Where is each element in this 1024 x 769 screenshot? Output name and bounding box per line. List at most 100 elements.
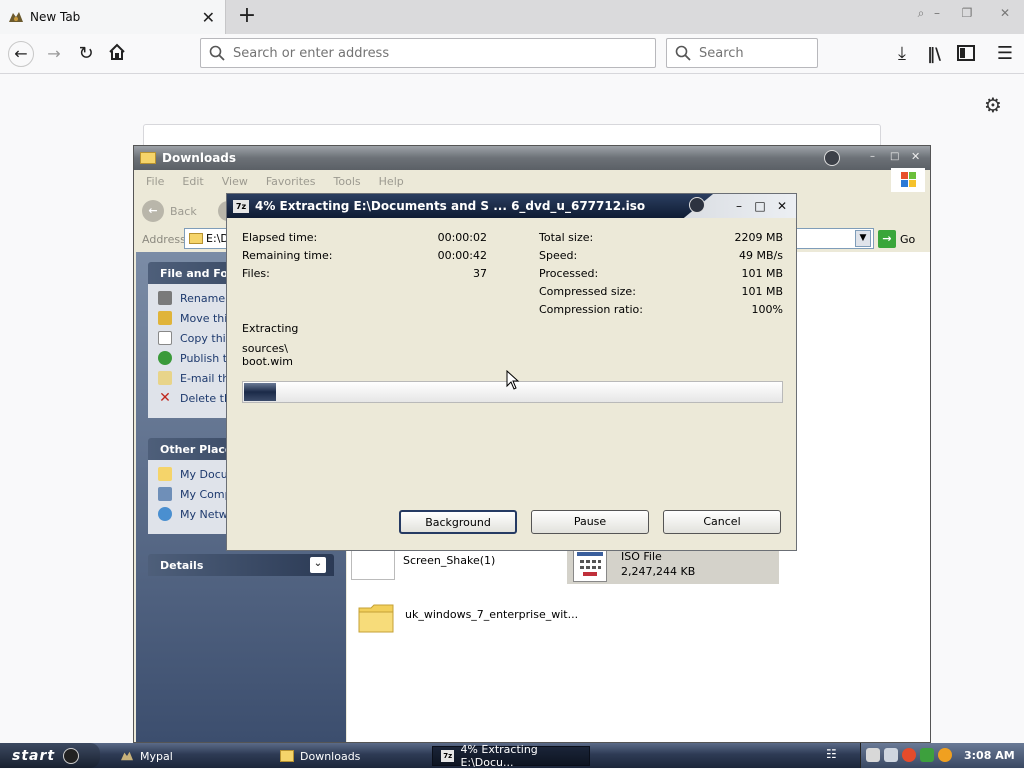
dialog-close-icon[interactable]: ✕ [774,198,790,214]
total-size-value: 2209 MB [734,231,783,244]
compression-ratio-value: 100% [751,303,783,316]
close-window-icon[interactable]: ✕ [998,6,1012,20]
speed-label: Speed: [539,249,578,262]
background-button[interactable]: Background [399,510,517,534]
status-text: Extracting [242,322,299,335]
close-tab-icon[interactable]: ✕ [202,8,215,27]
task-label: E-mail th [180,371,230,385]
processed-label: Processed: [539,267,599,280]
menu-favorites[interactable]: Favorites [266,175,316,188]
details-header[interactable]: Details ⌄ [148,554,334,576]
magnifier-icon[interactable]: ⌕ [914,6,928,20]
lock-icon[interactable] [866,748,880,762]
task-7zip-extracting[interactable]: 7z 4% Extracting E:\Docu... [432,743,590,769]
menu-edit[interactable]: Edit [182,175,203,188]
task-downloads[interactable]: Downloads [272,746,428,766]
computer-icon [158,487,172,501]
current-path-dir: sources\ [242,342,288,355]
search-icon [675,45,691,61]
dialog-maximize-icon[interactable]: □ [752,198,768,214]
explorer-menu-bar: File Edit View Favorites Tools Help [134,170,930,192]
clock: 3:08 AM [964,749,1015,762]
7zip-icon: 7z [441,750,455,762]
speed-value: 49 MB/s [739,249,783,262]
task-label: Downloads [300,749,361,763]
reload-icon[interactable]: ↻ [74,42,98,66]
task-mypal[interactable]: Mypal [112,746,268,766]
home-icon[interactable] [105,42,129,66]
tab-title: New Tab [30,10,81,24]
publish-globe-icon [158,351,172,365]
menu-view[interactable]: View [222,175,248,188]
files-value: 37 [473,267,487,280]
folder-icon [158,467,172,481]
file-type: ISO File [621,550,662,563]
start-button[interactable]: start [0,743,100,768]
start-orb-icon [63,747,80,764]
processed-value: 101 MB [741,267,783,280]
new-tab-button[interactable]: + [234,4,260,30]
details-title: Details [160,558,204,572]
search-tray-icon[interactable] [938,748,952,762]
file-name: Screen_Shake(1) [403,554,496,567]
folder-icon [280,750,294,762]
place-label: My Docu [180,467,228,481]
email-icon [158,371,172,385]
remaining-time-value: 00:00:42 [437,249,487,262]
antivirus-icon[interactable] [920,748,934,762]
compressed-size-value: 101 MB [741,285,783,298]
remaining-time-label: Remaining time: [242,249,333,262]
menu-tools[interactable]: Tools [334,175,361,188]
windows-logo-icon [891,168,925,192]
address-label: Address [142,233,186,246]
explorer-minimize-icon[interactable]: – [870,151,875,162]
security-icon[interactable] [902,748,916,762]
folder-name: uk_windows_7_enterprise_wit... [405,608,579,621]
iso-file-icon [573,548,607,582]
downloads-icon[interactable]: ⤓ [890,42,914,66]
mypal-icon [121,751,133,761]
menu-help[interactable]: Help [379,175,404,188]
task-label: Delete th [180,391,231,405]
keyboard-icon[interactable]: ☷ [826,747,842,763]
chevron-down-icon[interactable]: ⌄ [310,557,326,573]
dialog-minimize-icon[interactable]: – [731,198,747,214]
task-label: Mypal [140,749,173,763]
explorer-help-icon[interactable] [824,150,840,166]
cancel-button[interactable]: Cancel [663,510,781,534]
go-arrow-icon: → [878,230,896,248]
address-bar[interactable]: Search or enter address [200,38,656,68]
file-item[interactable]: Screen_Shake(1) [351,548,495,580]
gear-icon[interactable]: ⚙ [984,95,1004,115]
7zip-icon: 7z [233,199,249,213]
restore-icon[interactable]: ❐ [960,6,974,20]
explorer-title-bar[interactable]: Downloads [134,146,930,170]
library-icon[interactable]: ‖\ [922,42,946,66]
pause-button[interactable]: Pause [531,510,649,534]
explorer-back-button[interactable]: ← Back [142,200,202,222]
menu-icon[interactable]: ☰ [993,42,1017,66]
explorer-maximize-icon[interactable]: □ [890,151,899,162]
dialog-help-icon[interactable] [689,197,705,213]
search-bar[interactable]: Search [666,38,818,68]
network-icon[interactable] [884,748,898,762]
address-dropdown-icon[interactable]: ▼ [855,230,871,247]
move-icon [158,311,172,325]
folder-item[interactable]: uk_windows_7_enterprise_wit... [357,600,578,636]
back-icon[interactable]: ← [8,41,34,67]
dialog-title-area[interactable]: 7z 4% Extracting E:\Documents and S ... … [227,194,713,218]
sidebar-icon[interactable] [954,42,978,66]
back-arrow-icon: ← [142,200,164,222]
tab-new-tab[interactable]: New Tab ✕ [0,0,226,34]
rename-icon [158,291,172,305]
menu-file[interactable]: File [146,175,164,188]
compression-ratio-label: Compression ratio: [539,303,643,316]
explorer-close-icon[interactable]: ✕ [911,150,920,163]
go-button[interactable]: → Go [878,230,915,248]
task-label: 4% Extracting E:\Docu... [460,743,538,769]
explorer-title: Downloads [162,151,237,165]
minimize-icon[interactable]: – [930,6,944,20]
file-item-selected[interactable]: ISO File 2,247,244 KB [567,546,779,584]
search-icon [209,45,225,61]
forward-icon[interactable]: → [42,42,66,66]
